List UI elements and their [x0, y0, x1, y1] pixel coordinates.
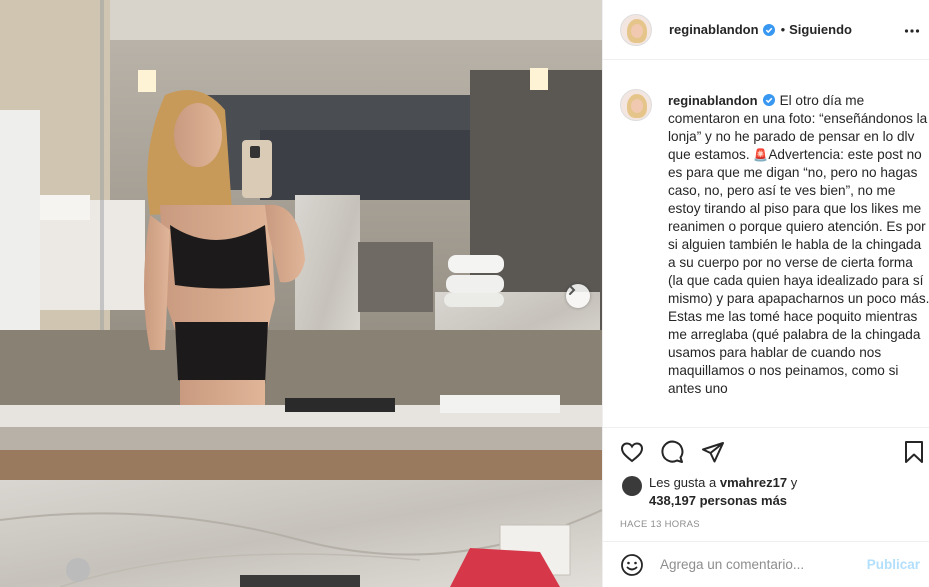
avatar[interactable]	[620, 89, 652, 121]
verified-badge-icon	[762, 94, 775, 106]
following-button[interactable]: Siguiendo	[789, 22, 852, 37]
likes-prefix: Les gusta a	[649, 475, 717, 490]
caption-username[interactable]: reginablandon	[668, 93, 758, 108]
post-timestamp[interactable]: HACE 13 HORAS	[620, 519, 700, 530]
share-icon[interactable]	[701, 440, 725, 464]
emoji-icon[interactable]	[620, 553, 644, 577]
comment-icon[interactable]	[660, 440, 684, 464]
mirror-selfie-image	[0, 0, 602, 587]
likes-joiner: y	[790, 475, 798, 490]
liker-avatar	[622, 476, 642, 496]
likes-text: Les gusta a vmahrez17 y 438,197 personas…	[649, 474, 797, 510]
publish-button[interactable]: Publicar	[867, 557, 920, 572]
post-photo[interactable]	[0, 0, 602, 587]
separator-dot: •	[780, 22, 786, 37]
post-sidebar: reginablandon • Siguiendo reginablandon …	[602, 0, 929, 587]
heart-icon[interactable]	[620, 440, 644, 464]
caption-text-part2: Advertencia: este post no es para que me…	[668, 147, 929, 306]
action-bar	[620, 440, 923, 466]
bookmark-icon[interactable]	[902, 440, 926, 464]
chevron-right-icon	[569, 285, 576, 295]
add-comment-bar: Publicar	[603, 541, 929, 587]
verified-badge-icon	[762, 23, 775, 36]
more-options-icon[interactable]	[904, 23, 920, 39]
post-header: reginablandon • Siguiendo	[603, 0, 929, 60]
next-photo-button[interactable]	[566, 284, 590, 308]
likes-count[interactable]: 438,197 personas más	[649, 493, 787, 508]
liker-username[interactable]: vmahrez17	[720, 475, 787, 490]
post-caption: reginablandon El otro día me comentaron …	[668, 92, 929, 398]
caption-text-part3: Estas me las tomé hace poquito mientras …	[668, 309, 921, 396]
avatar[interactable]	[620, 13, 652, 46]
caption-row: reginablandon El otro día me comentaron …	[620, 89, 929, 398]
header-username[interactable]: reginablandon	[669, 22, 759, 37]
siren-emoji: 🚨	[753, 148, 769, 162]
comments-section[interactable]: reginablandon El otro día me comentaron …	[603, 60, 929, 428]
likes-summary[interactable]: Les gusta a vmahrez17 y 438,197 personas…	[622, 474, 797, 510]
comment-input[interactable]	[660, 557, 860, 572]
